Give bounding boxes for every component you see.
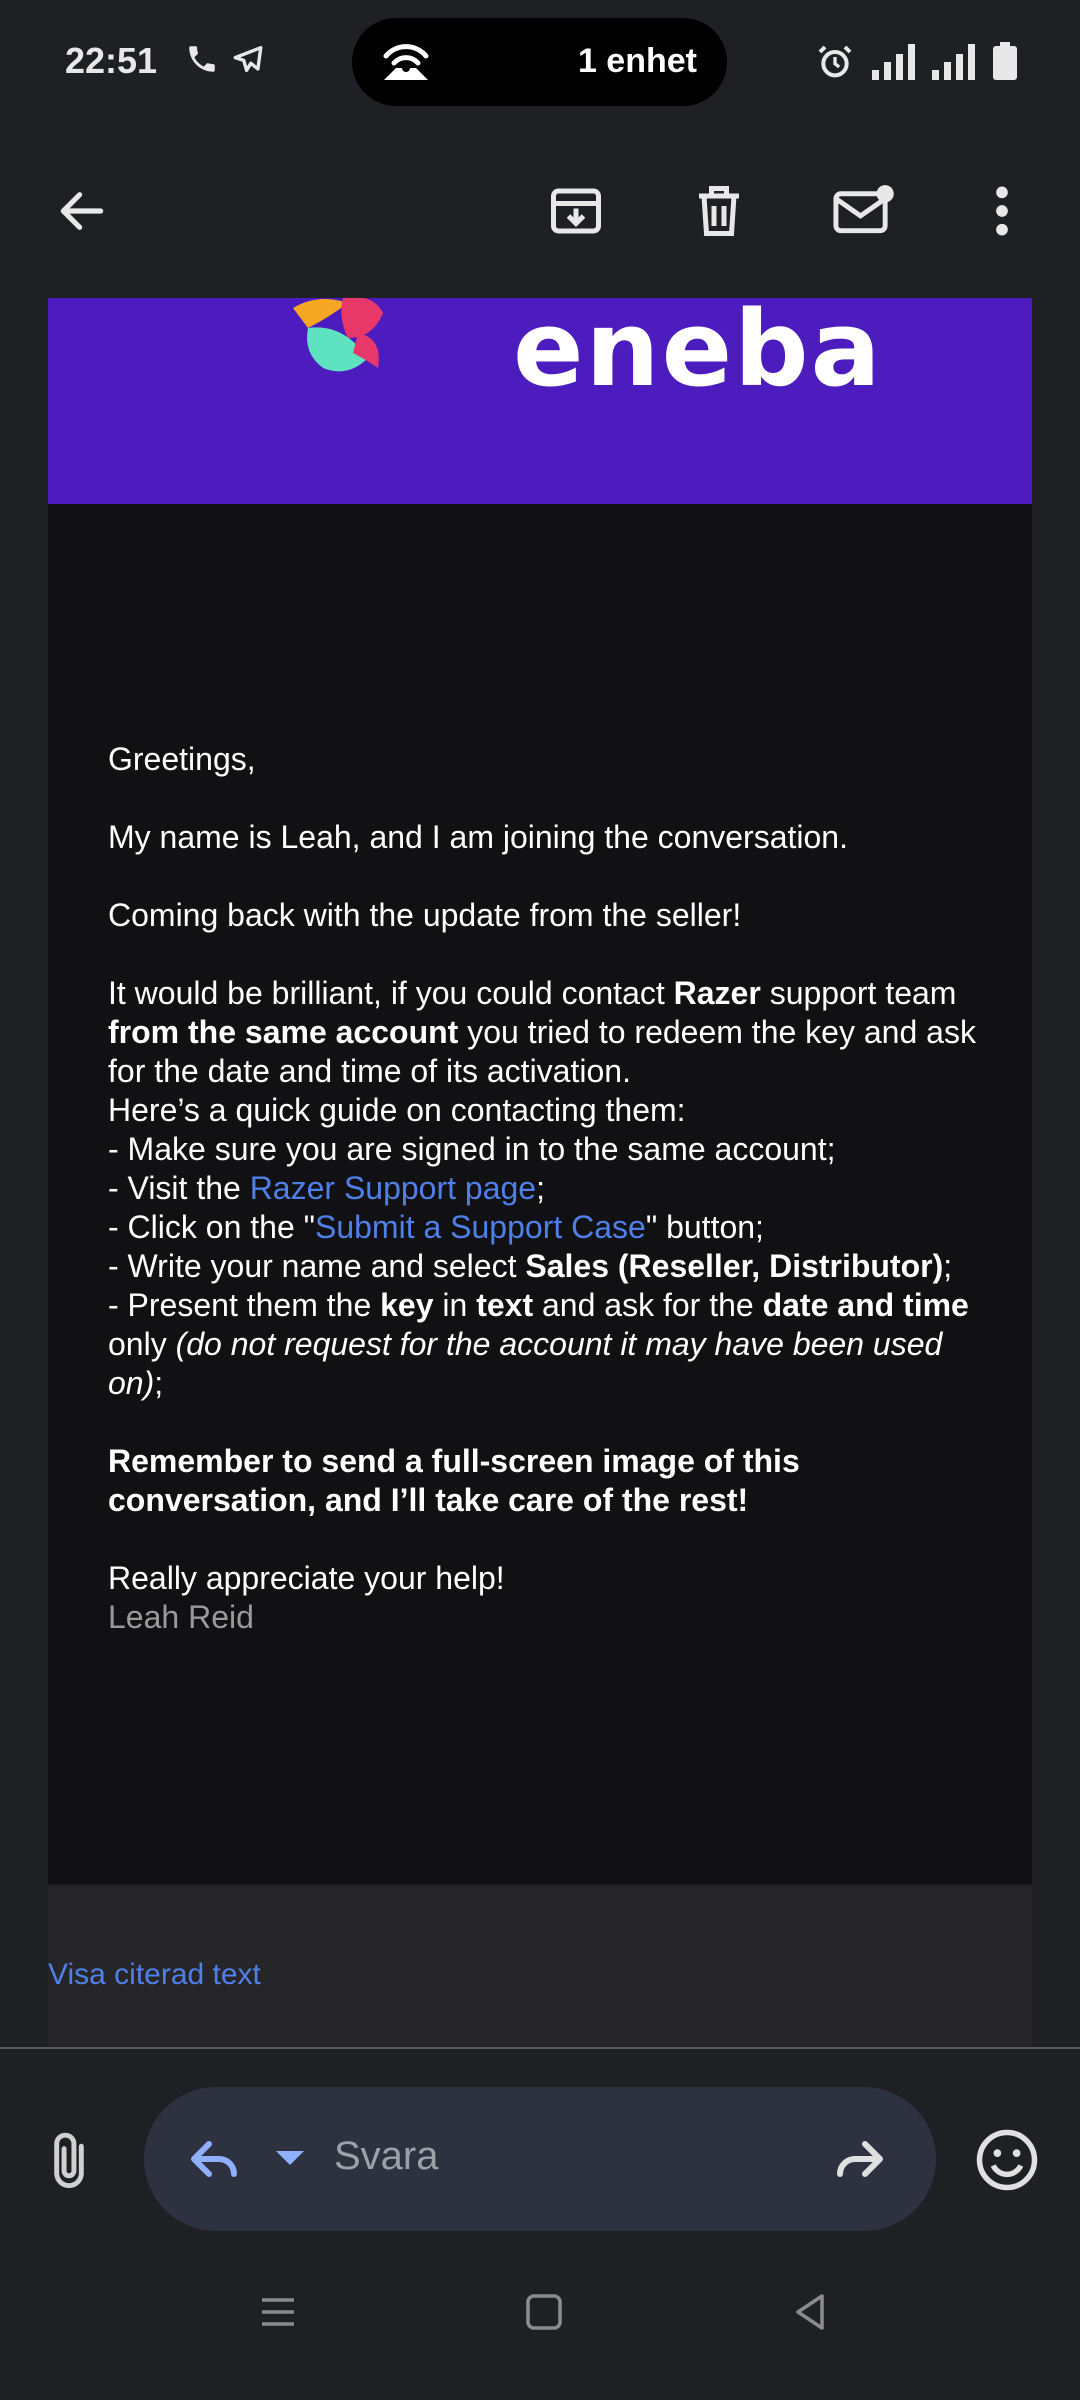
emoji-icon[interactable] [974, 2127, 1040, 2198]
island-text: 1 enhet [577, 42, 697, 80]
telegram-icon [230, 42, 266, 81]
status-time: 22:51 [65, 40, 158, 81]
email-toolbar [0, 125, 1080, 298]
request-paragraph: It would be brilliant, if you could cont… [108, 975, 976, 1089]
update-line: Coming back with the update from the sel… [108, 897, 742, 933]
mark-unread-icon[interactable] [827, 175, 899, 247]
archive-icon[interactable] [540, 175, 612, 247]
hotspot-icon [376, 36, 436, 91]
eneba-banner: eneba [48, 288, 1032, 504]
reply-options-dropdown-icon[interactable] [274, 2149, 306, 2174]
eneba-logo-text: eneba [513, 288, 883, 410]
forward-arrow-icon[interactable] [830, 2129, 890, 2194]
signature: Leah Reid [108, 1599, 254, 1635]
guide-step-4: - Write your name and select Sales (Rese… [108, 1248, 953, 1284]
more-vert-icon[interactable] [966, 175, 1038, 247]
guide-step-1: - Make sure you are signed in to the sam… [108, 1131, 836, 1167]
delete-icon[interactable] [683, 175, 755, 247]
dynamic-island: 1 enhet [352, 18, 727, 106]
guide-step-3: - Click on the "Submit a Support Case" b… [108, 1209, 764, 1245]
submit-support-case-link[interactable]: Submit a Support Case [315, 1209, 646, 1245]
signal-icon-1 [870, 42, 920, 85]
battery-icon [990, 42, 1020, 87]
recent-apps-icon[interactable] [258, 2292, 298, 2337]
guide-step-2: - Visit the Razer Support page; [108, 1170, 545, 1206]
status-bar: 22:51 1 enhet [0, 0, 1080, 125]
show-quoted-text-link[interactable]: Visa citerad text [48, 1958, 261, 1992]
back-arrow-icon[interactable] [46, 175, 118, 247]
guide-step-5: - Present them the key in text and ask f… [108, 1287, 969, 1401]
intro-line: My name is Leah, and I am joining the co… [108, 819, 848, 855]
message-text: Greetings, My name is Leah, and I am joi… [108, 740, 988, 1637]
reminder: Remember to send a full-screen image of … [108, 1443, 800, 1518]
phone-call-icon [185, 42, 219, 81]
razer-support-link[interactable]: Razer Support page [250, 1170, 536, 1206]
email-content: eneba Greetings, My name is Leah, and I … [0, 288, 1080, 2048]
signal-icon-2 [930, 42, 980, 85]
greeting: Greetings, [108, 741, 256, 777]
reply-bar: Svara [0, 2049, 1080, 2400]
reply-placeholder: Svara [334, 2134, 439, 2178]
alarm-icon [815, 42, 855, 87]
thanks-line: Really appreciate your help! [108, 1560, 505, 1596]
home-icon[interactable] [524, 2292, 564, 2337]
attach-icon[interactable] [44, 2129, 94, 2198]
back-nav-icon[interactable] [790, 2292, 830, 2337]
reply-input[interactable]: Svara [144, 2087, 936, 2231]
eneba-logo-icon [288, 297, 448, 413]
reply-arrow-icon[interactable] [184, 2129, 244, 2194]
guide-intro: Here’s a quick guide on contacting them: [108, 1092, 686, 1128]
email-body: Greetings, My name is Leah, and I am joi… [48, 504, 1032, 1884]
